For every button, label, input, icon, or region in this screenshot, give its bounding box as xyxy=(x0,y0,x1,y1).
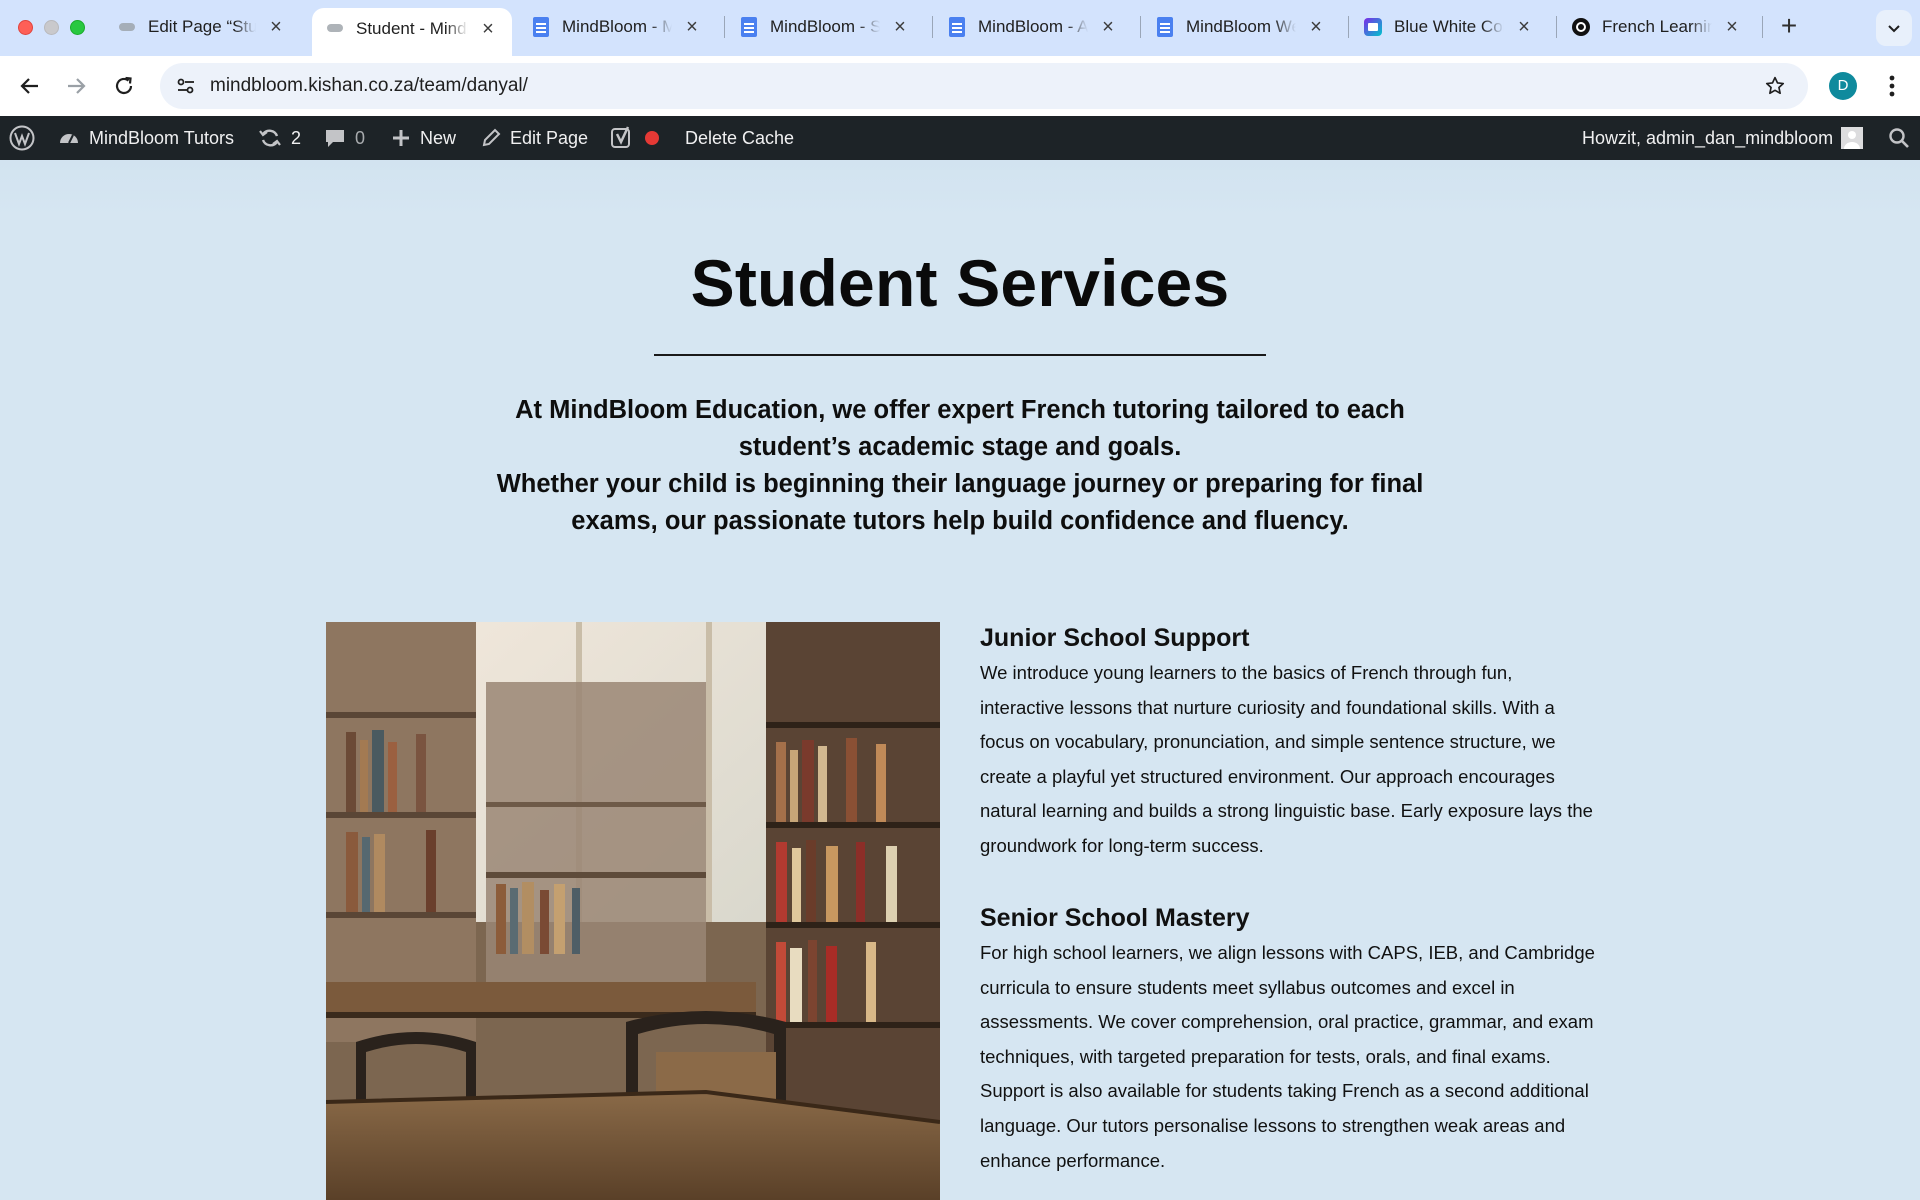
close-icon[interactable]: × xyxy=(1514,17,1534,37)
close-window-button[interactable] xyxy=(18,20,33,35)
back-button[interactable] xyxy=(12,68,48,104)
dashboard-gauge-icon xyxy=(60,134,78,144)
close-icon[interactable]: × xyxy=(478,19,498,39)
google-docs-icon xyxy=(740,17,758,37)
close-icon[interactable]: × xyxy=(1722,17,1742,37)
close-icon[interactable]: × xyxy=(266,17,286,37)
forward-arrow-icon xyxy=(68,78,86,94)
service-body: For high school learners, we align lesso… xyxy=(980,942,1595,1171)
delete-cache-button[interactable]: Delete Cache xyxy=(685,116,794,160)
tab-student-mindbloom[interactable]: Student - MindBloom × xyxy=(312,8,512,56)
service-senior-school: Senior School Mastery For high school le… xyxy=(980,902,1600,1178)
edit-page-link[interactable]: Edit Page xyxy=(481,116,588,160)
more-menu-icon[interactable] xyxy=(1876,70,1908,102)
cloud-icon xyxy=(326,19,344,37)
avatar xyxy=(1841,127,1864,149)
chatgpt-icon xyxy=(1572,18,1590,36)
profile-avatar[interactable]: D xyxy=(1829,72,1857,100)
service-heading: Senior School Mastery xyxy=(980,904,1250,932)
chevron-down-icon xyxy=(1888,25,1900,33)
tab-mindbloom-s[interactable]: MindBloom - S × xyxy=(726,8,924,46)
close-icon[interactable]: × xyxy=(682,17,702,37)
service-heading: Junior School Support xyxy=(980,624,1250,652)
intro-line-1: At MindBloom Education, we offer expert … xyxy=(515,396,1405,461)
service-body: We introduce young learners to the basic… xyxy=(980,662,1593,856)
site-info-icon[interactable] xyxy=(170,70,202,102)
close-icon[interactable]: × xyxy=(890,17,910,37)
tab-search-button[interactable] xyxy=(1876,10,1912,46)
yoast-icon xyxy=(611,126,630,148)
page-content: Student Services At MindBloom Education,… xyxy=(0,160,1920,1200)
back-arrow-icon xyxy=(20,78,38,94)
reload-icon xyxy=(115,76,133,95)
site-name-menu[interactable]: MindBloom Tutors xyxy=(58,116,234,160)
forward-button[interactable] xyxy=(58,68,94,104)
canva-icon xyxy=(1364,18,1382,36)
intro-line-2: Whether your child is beginning their la… xyxy=(496,470,1424,535)
reload-button[interactable] xyxy=(106,68,142,104)
wp-admin-bar: MindBloom Tutors 2 0 New Edit Page Delet… xyxy=(0,116,1920,160)
address-bar[interactable]: mindbloom.kishan.co.za/team/danyal/ xyxy=(160,63,1808,109)
url-text[interactable]: mindbloom.kishan.co.za/team/danyal/ xyxy=(210,75,528,97)
pencil-icon xyxy=(482,128,501,147)
new-tab-button[interactable]: + xyxy=(1772,10,1806,44)
google-docs-icon xyxy=(948,17,966,37)
updates-menu[interactable]: 2 xyxy=(258,116,301,160)
minimize-window-button[interactable] xyxy=(44,20,59,35)
intro-text: At MindBloom Education, we offer expert … xyxy=(460,392,1460,540)
plus-icon xyxy=(393,130,409,146)
google-docs-icon xyxy=(532,17,550,37)
wordpress-logo-icon[interactable] xyxy=(9,116,35,160)
page-title: Student Services xyxy=(690,246,1230,320)
close-icon[interactable]: × xyxy=(1098,17,1118,37)
classroom-image xyxy=(326,622,940,1200)
tab-mindbloom-a[interactable]: MindBloom - A × xyxy=(934,8,1132,46)
tab-edit-page[interactable]: Edit Page “Student Services” × xyxy=(104,8,300,46)
close-icon[interactable]: × xyxy=(1306,17,1326,37)
tab-mindbloom-m[interactable]: MindBloom - M × xyxy=(518,8,716,46)
google-docs-icon xyxy=(1156,17,1174,37)
comments-menu[interactable]: 0 xyxy=(324,116,365,160)
new-content-menu[interactable]: New xyxy=(391,116,456,160)
service-junior-school: Junior School Support We introduce young… xyxy=(980,622,1600,864)
updates-refresh-icon xyxy=(259,129,281,147)
seo-status-dot xyxy=(645,131,659,145)
yoast-seo-menu[interactable] xyxy=(611,116,659,160)
browser-toolbar: mindbloom.kishan.co.za/team/danyal/ D xyxy=(0,56,1920,116)
tab-canva[interactable]: Blue White Color × xyxy=(1350,8,1548,46)
browser-tab-strip: Edit Page “Student Services” × Student -… xyxy=(0,0,1920,56)
cloud-icon xyxy=(118,18,136,36)
classroom-photo xyxy=(326,622,940,1200)
my-account-menu[interactable]: Howzit, admin_dan_mindbloom xyxy=(1582,116,1864,160)
search-icon[interactable] xyxy=(1888,116,1910,160)
comment-bubble-icon xyxy=(326,130,344,147)
tab-mindbloom-website[interactable]: MindBloom Website × xyxy=(1142,8,1340,46)
bookmark-star-icon[interactable] xyxy=(1762,73,1788,99)
title-divider xyxy=(654,354,1266,356)
zoom-window-button[interactable] xyxy=(70,20,85,35)
tab-french-learning[interactable]: French Learning × xyxy=(1558,8,1756,46)
